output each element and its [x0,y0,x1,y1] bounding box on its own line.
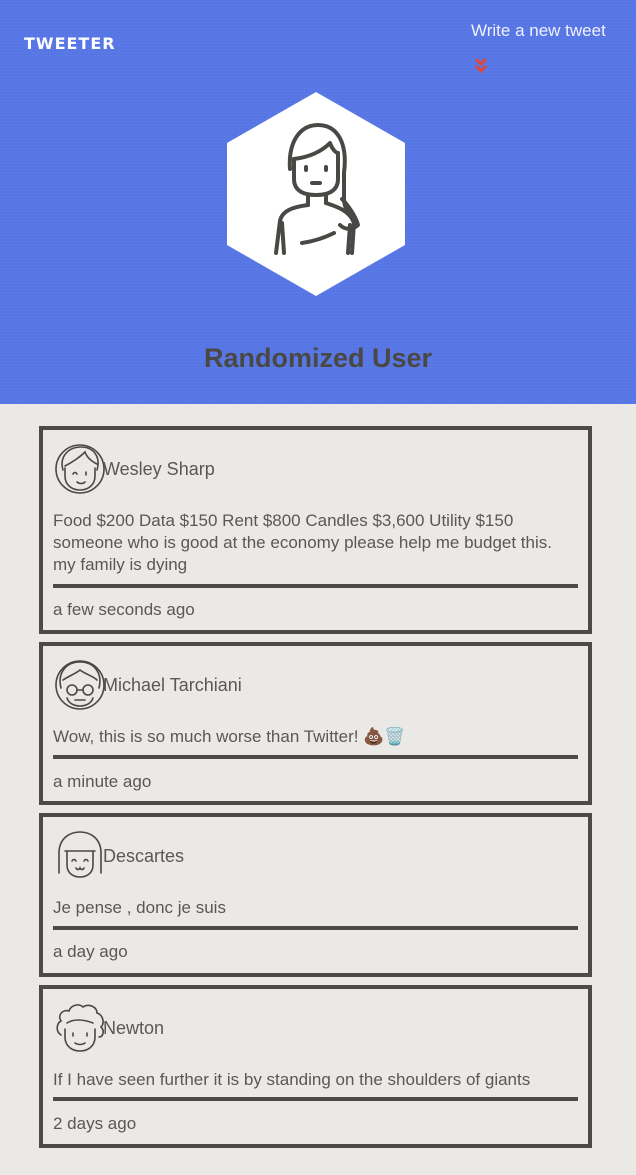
tweet-text: If I have seen further it is by standing… [53,1070,531,1089]
tweet-timestamp: a minute ago [53,772,152,791]
man-avatar-icon [53,442,107,496]
tweet-text: Wow, this is so much worse than Twitter!… [53,727,406,746]
glasses-avatar-icon [53,658,107,712]
tweet-text: Je pense , donc je suis [53,898,226,917]
woman-avatar-icon [227,92,405,296]
profile-name: Randomized User [203,343,433,373]
tweet-timestamp: a few seconds ago [53,600,195,619]
tweet-text: Food $200 Data $150 Rent $800 Candles $3… [53,511,552,574]
tweet-divider [53,584,578,588]
tweet-author[interactable]: Newton [103,1018,164,1039]
profile-avatar [226,91,406,297]
tweet-header: Newton [53,1001,164,1055]
tweet-divider [53,1097,578,1101]
tweet-header: Descartes [53,829,184,883]
tweet-card[interactable]: Descartes Je pense , donc je suis a day … [39,813,592,977]
tweet-card[interactable]: Michael Tarchiani Wow, this is so much w… [39,642,592,805]
profile-header: TWEETER Write a new tweet Randomized Use… [0,0,636,404]
tweet-card[interactable]: Wesley Sharp Food $200 Data $150 Rent $8… [39,426,592,634]
write-new-tweet-link[interactable]: Write a new tweet [471,21,606,41]
tweet-card[interactable]: Newton If I have seen further it is by s… [39,985,592,1148]
brand-logo[interactable]: TWEETER [24,34,116,53]
tweet-header: Michael Tarchiani [53,658,242,712]
curly-hair-avatar-icon [53,1001,107,1055]
tweet-author[interactable]: Wesley Sharp [103,459,215,480]
tweet-header: Wesley Sharp [53,442,215,496]
tweet-author[interactable]: Michael Tarchiani [103,675,242,696]
tweet-timestamp: 2 days ago [53,1114,137,1133]
tweet-timestamp: a day ago [53,942,128,961]
tweet-divider [53,926,578,930]
double-chevron-down-icon[interactable] [473,56,489,76]
bob-hair-avatar-icon [53,829,107,883]
tweet-author[interactable]: Descartes [103,846,184,867]
tweet-divider [53,755,578,759]
